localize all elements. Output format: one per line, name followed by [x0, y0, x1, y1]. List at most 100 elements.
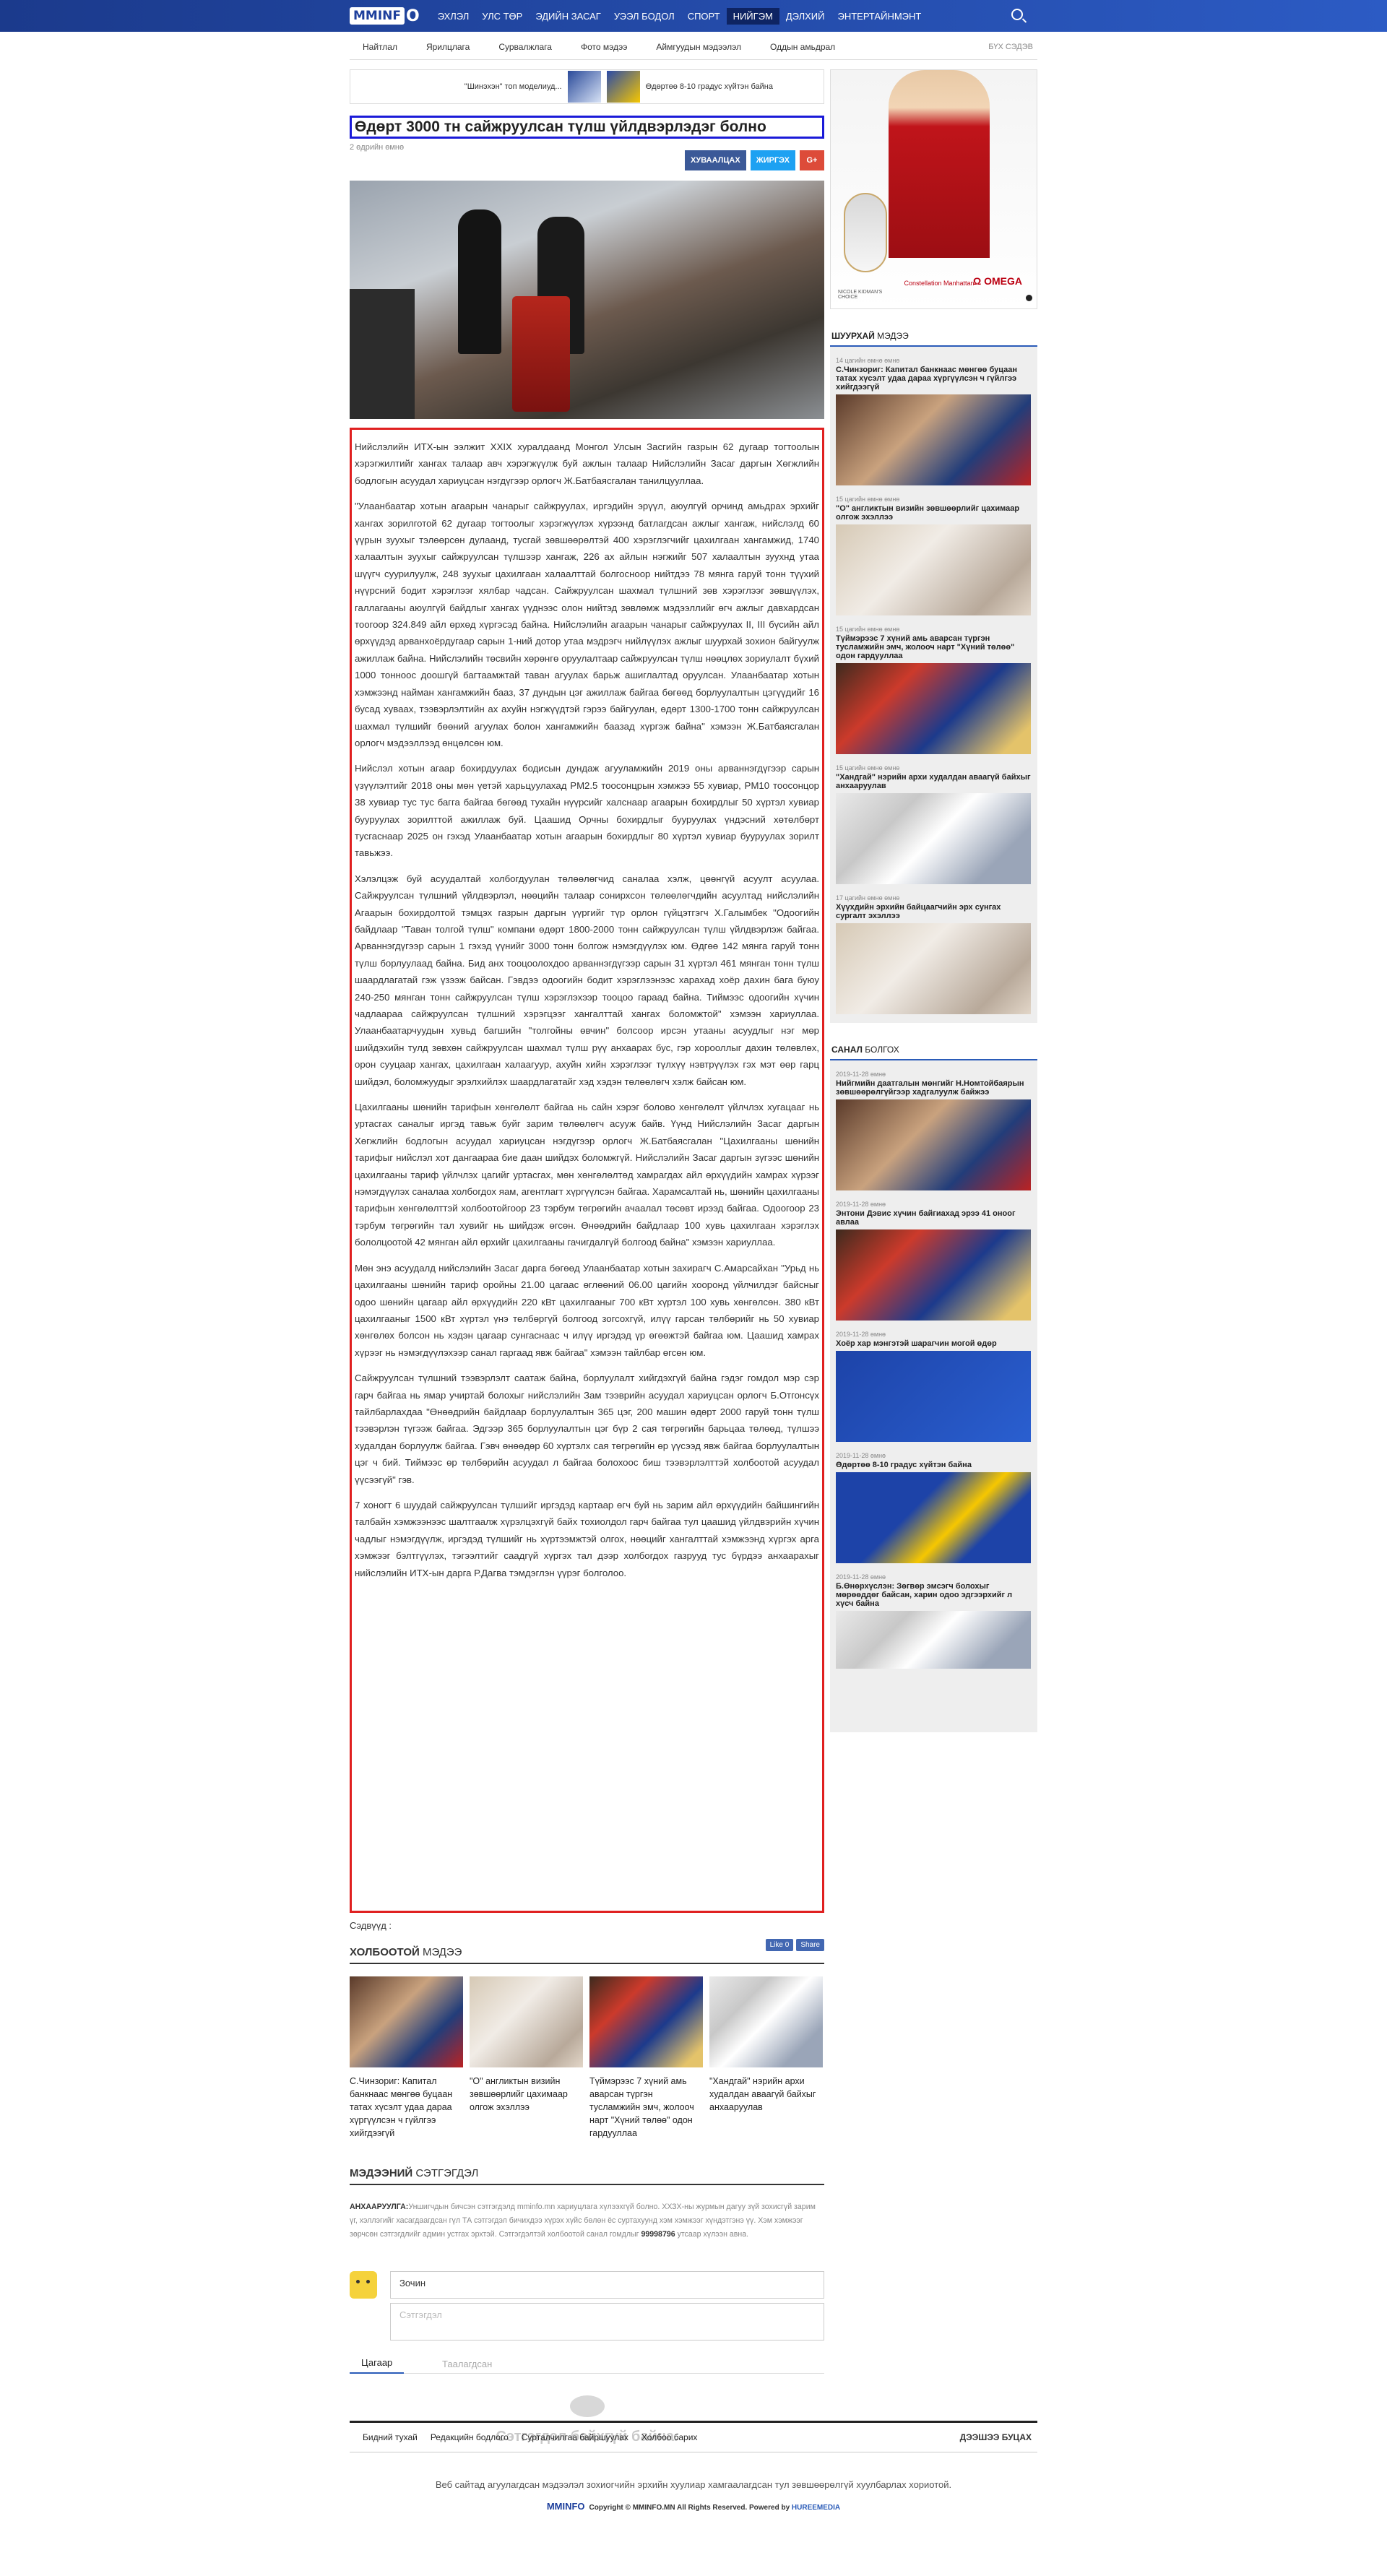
hero-car — [350, 289, 415, 419]
item-title[interactable]: Хүүхдийн эрхийн байцаагчийн эрх сунгах с… — [836, 903, 1031, 920]
googleplus-share-button[interactable]: G+ — [800, 150, 824, 170]
tab-by-time[interactable]: Цагаар — [350, 2353, 405, 2374]
search-icon[interactable] — [1011, 9, 1023, 20]
item-title[interactable]: Хоёр хар мэнгэтэй шарагчин могой өдөр — [836, 1339, 1031, 1348]
related-caption[interactable]: "О" англиктын визийн зөвшөөрлийг цахимаа… — [470, 2075, 583, 2114]
related-caption[interactable]: С.Чинзориг: Капитал банкнаас мөнгөө буца… — [350, 2075, 463, 2140]
item-image[interactable] — [836, 524, 1031, 615]
footer-link-advertise[interactable]: Сурталчилгаа байршуулах — [522, 2432, 628, 2442]
all-topics-dropdown[interactable]: БҮХ СЭДЭВ — [988, 43, 1033, 51]
fast-heading-rest: МЭДЭЭ — [874, 331, 909, 341]
item-title[interactable]: Энтони Дэвис хүчин байгиахад эрээ 41 оно… — [836, 1209, 1031, 1227]
nav-item-society[interactable]: НИЙГЭМ — [726, 7, 779, 25]
facebook-share-button[interactable]: ХУВААЛЦАХ — [685, 150, 746, 170]
related-image[interactable] — [350, 1976, 463, 2067]
item-date: 15 цагийн өмнө өмнө — [836, 496, 900, 503]
ticker-item-2[interactable]: Өдөртөө 8-10 градус хүйтэн байна — [646, 82, 773, 91]
fast-news-item[interactable]: 14 цагийн өмнө өмнө С.Чинзориг: Капитал б… — [836, 357, 1031, 485]
related-card[interactable]: "Хандгай" нэрийн архи худалдан аваагүй б… — [709, 1976, 823, 2140]
omega-ad-banner[interactable]: NICOLE KIDMAN'S CHOICE Constellation Man… — [830, 69, 1037, 309]
item-title[interactable]: Өдөртөө 8-10 градус хүйтэн байна — [836, 1461, 1031, 1469]
subnav-item-interview[interactable]: Ярилцлага — [426, 42, 470, 52]
ticker-thumb-1[interactable] — [567, 71, 601, 103]
footer-link-editorial[interactable]: Редакцийн бодлого — [431, 2432, 509, 2442]
ad-text-choice: NICOLE KIDMAN'S CHOICE — [838, 290, 883, 300]
item-image[interactable] — [836, 1611, 1031, 1669]
item-image[interactable] — [836, 663, 1031, 754]
tab-liked[interactable]: Таалагдсан — [431, 2354, 504, 2374]
related-image[interactable] — [470, 1976, 583, 2067]
item-title[interactable]: Түймэрээс 7 хүний амь аварсан түргэн тус… — [836, 634, 1031, 660]
subnav-item-explain[interactable]: Найтлал — [363, 42, 397, 52]
nav-item-politics[interactable]: УЛС ТӨР — [475, 8, 529, 25]
related-heading: ХОЛБООТОЙ МЭДЭЭ — [350, 1946, 824, 1964]
comments-heading-bold: МЭДЭЭНИЙ — [350, 2167, 413, 2179]
fast-news-heading: ШУУРХАЙ МЭДЭЭ — [830, 325, 1037, 347]
nav-item-opinion[interactable]: УЭЭЛ БОДОЛ — [608, 8, 681, 25]
nav-item-sport[interactable]: СПОРТ — [681, 8, 727, 25]
item-date: 2019-11-28 өмнө — [836, 1573, 886, 1581]
nav-item-home[interactable]: ЭХЛЭЛ — [431, 8, 476, 25]
subnav-item-provinces[interactable]: Аймгуудын мэдээлэл — [656, 42, 741, 52]
article-paragraph: "Улаанбаатар хотын агаарын чанарыг сайжр… — [355, 501, 819, 748]
related-card[interactable]: "О" англиктын визийн зөвшөөрлийг цахимаа… — [470, 1976, 583, 2140]
footer-link-about[interactable]: Бидний тухай — [363, 2432, 418, 2442]
ad-model-image — [889, 70, 990, 258]
item-image[interactable] — [836, 1351, 1031, 1442]
item-title[interactable]: С.Чинзориг: Капитал банкнаас мөнгөө буца… — [836, 366, 1031, 392]
back-to-top-button[interactable]: ДЭЭШЭЭ БУЦАХ — [960, 2432, 1032, 2442]
related-card[interactable]: Түймэрээс 7 хүний амь аварсан түргэн тус… — [589, 1976, 703, 2140]
related-image[interactable] — [709, 1976, 823, 2067]
fast-news-item[interactable]: 17 цагийн өмнө өмнө Хүүхдийн эрхийн байца… — [836, 894, 1031, 1014]
footer-link-contact[interactable]: Холбоо барих — [641, 2432, 697, 2442]
footer-nav: Бидний тухай Редакцийн бодлого Сурталчил… — [350, 2421, 1037, 2452]
opinion-item[interactable]: 2019-11-28 өмнө Энтони Дэвис хүчин байгиа… — [836, 1201, 1031, 1321]
opinion-item[interactable]: 2019-11-28 өмнө Нийгмийн даатгалын мөнгий… — [836, 1071, 1031, 1190]
item-title[interactable]: "О" англиктын визийн зөвшөөрлийг цахимаа… — [836, 504, 1031, 522]
item-image[interactable] — [836, 1099, 1031, 1190]
nav-item-economy[interactable]: ЭДИЙН ЗАСАГ — [529, 8, 607, 25]
ad-watch-image — [844, 193, 887, 272]
ad-text-collection: Constellation Manhattan — [904, 280, 975, 287]
comment-name-input[interactable]: Зочин — [390, 2271, 824, 2299]
subnav-item-report[interactable]: Сурвалжлага — [498, 42, 552, 52]
ticker-item-1[interactable]: "Шинэхэн" топ моделиуд... — [465, 82, 562, 91]
related-image[interactable] — [589, 1976, 703, 2067]
powered-by-link[interactable]: HUREEMEDIA — [792, 2504, 840, 2512]
item-date: 14 цагийн өмнө өмнө — [836, 357, 900, 364]
item-image[interactable] — [836, 394, 1031, 485]
logo-box: MMINF — [350, 7, 405, 25]
top-navbar: MMINF O ЭХЛЭЛ УЛС ТӨР ЭДИЙН ЗАСАГ УЭЭЛ Б… — [0, 0, 1387, 32]
related-card[interactable]: С.Чинзориг: Капитал банкнаас мөнгөө буца… — [350, 1976, 463, 2140]
item-image[interactable] — [836, 923, 1031, 1014]
item-title[interactable]: Нийгмийн даатгалын мөнгийг Н.Номтойбаяры… — [836, 1079, 1031, 1097]
comment-text-input[interactable]: Сэтгэгдэл — [390, 2303, 824, 2341]
fast-news-item[interactable]: 15 цагийн өмнө өмнө "Хандгай" нэрийн архи… — [836, 764, 1031, 884]
fast-news-item[interactable]: 15 цагийн өмнө өмнө Түймэрээс 7 хүний амь… — [836, 626, 1031, 754]
related-caption[interactable]: "Хандгай" нэрийн архи худалдан аваагүй б… — [709, 2075, 823, 2114]
twitter-share-button[interactable]: ЖИРГЭХ — [750, 150, 795, 170]
ad-slide-dot[interactable] — [1026, 295, 1032, 301]
item-image[interactable] — [836, 1229, 1031, 1321]
tags-label: Сэдвүүд : — [350, 1920, 392, 1931]
item-title[interactable]: "Хандгай" нэрийн архи худалдан аваагүй б… — [836, 773, 1031, 790]
related-caption[interactable]: Түймэрээс 7 хүний амь аварсан түргэн тус… — [589, 2075, 703, 2140]
opinion-item[interactable]: 2019-11-28 өмнө Өдөртөө 8-10 градус хүйтэ… — [836, 1452, 1031, 1563]
item-image[interactable] — [836, 793, 1031, 884]
subnav-item-photo[interactable]: Фото мэдээ — [581, 42, 627, 52]
related-heading-bold: ХОЛБООТОЙ — [350, 1946, 420, 1958]
fast-news-item[interactable]: 15 цагийн өмнө өмнө "О" англиктын визийн … — [836, 496, 1031, 615]
opinion-item[interactable]: 2019-11-28 өмнө Б.Өнөрхүслэн: Зөгвөр эмсэ… — [836, 1573, 1031, 1669]
opinion-item[interactable]: 2019-11-28 өмнө Хоёр хар мэнгэтэй шарагчи… — [836, 1331, 1031, 1442]
item-image[interactable] — [836, 1472, 1031, 1563]
item-date: 15 цагийн өмнө өмнө — [836, 764, 900, 771]
logo-rest: O — [406, 7, 420, 25]
ad-omega-logo: Ω OMEGA — [972, 275, 1022, 287]
item-title[interactable]: Б.Өнөрхүслэн: Зөгвөр эмсэгч болохыг мөрө… — [836, 1582, 1031, 1608]
nav-item-entertainment[interactable]: ЭНТЕРТАЙНМЭНТ — [831, 8, 928, 25]
subnav-item-stars[interactable]: Оддын амьдрал — [770, 42, 835, 52]
ticker-thumb-2[interactable] — [606, 71, 640, 103]
nav-item-world[interactable]: ДЭЛХИЙ — [779, 8, 831, 25]
site-logo[interactable]: MMINF O — [350, 0, 420, 32]
notice-end: утсаар хүлээн авна. — [675, 2230, 749, 2239]
